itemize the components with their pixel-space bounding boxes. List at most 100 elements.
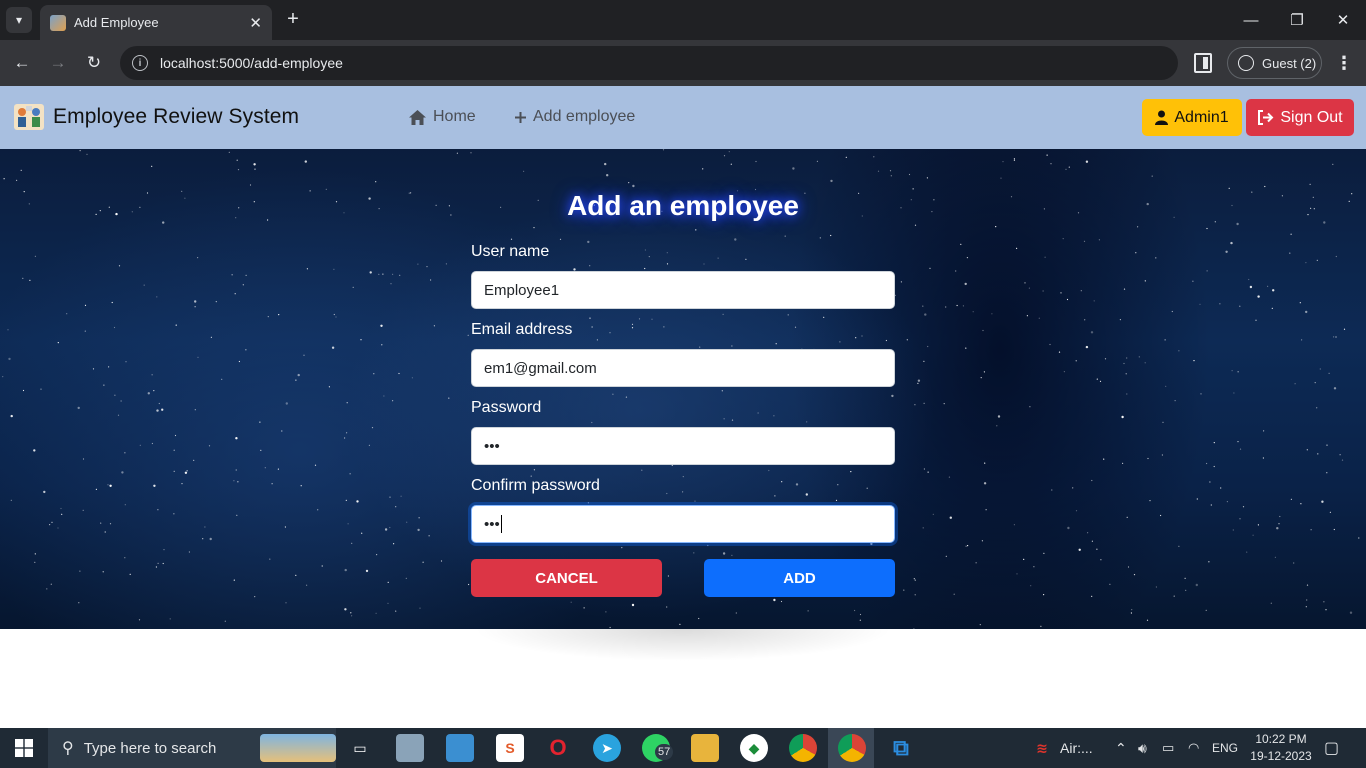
- email-input[interactable]: em1@gmail.com: [471, 349, 895, 387]
- side-panel-icon[interactable]: [1194, 53, 1212, 73]
- star: [117, 414, 120, 416]
- add-button[interactable]: ADD: [704, 559, 895, 597]
- star: [433, 325, 435, 327]
- star: [679, 623, 681, 625]
- star: [891, 394, 894, 398]
- star: [371, 427, 374, 429]
- star: [260, 449, 262, 451]
- star: [1162, 421, 1164, 423]
- air-quality-icon[interactable]: ≋: [1028, 734, 1056, 762]
- star: [115, 212, 118, 216]
- telegram-icon[interactable]: ➤: [593, 734, 621, 762]
- address-bar[interactable]: i localhost:5000/add-employee: [120, 46, 1178, 80]
- star: [384, 528, 388, 531]
- app-icon-2[interactable]: [446, 734, 474, 762]
- mongodb-compass-icon[interactable]: ◆: [740, 734, 768, 762]
- star: [349, 473, 351, 475]
- restore-button[interactable]: ❐: [1274, 0, 1320, 40]
- star: [1249, 285, 1253, 289]
- star: [392, 400, 394, 402]
- notifications-icon[interactable]: ▢: [1324, 728, 1339, 768]
- reload-button[interactable]: ↻: [81, 50, 107, 76]
- vscode-icon[interactable]: ⧉: [887, 734, 915, 762]
- star: [1173, 216, 1175, 218]
- star: [228, 151, 230, 153]
- admin-label: Admin1: [1174, 108, 1229, 126]
- star: [43, 490, 46, 494]
- battery-icon[interactable]: ▭: [1162, 728, 1174, 768]
- star: [153, 390, 155, 392]
- chrome-icon[interactable]: [838, 734, 866, 762]
- star: [917, 379, 921, 382]
- nav-home-link[interactable]: Home: [408, 108, 476, 126]
- star: [1013, 524, 1016, 526]
- nav-add-employee-link[interactable]: Add employee: [514, 108, 635, 126]
- confirm-password-value: •••: [484, 515, 500, 533]
- star: [1165, 385, 1167, 387]
- wifi-icon[interactable]: ◠: [1188, 728, 1199, 768]
- star: [964, 282, 967, 286]
- star: [231, 274, 233, 276]
- username-input[interactable]: Employee1: [471, 271, 895, 309]
- star: [194, 300, 197, 303]
- star: [369, 271, 372, 274]
- profile-button[interactable]: Guest (2): [1227, 47, 1322, 79]
- file-explorer-icon[interactable]: [691, 734, 719, 762]
- site-info-icon[interactable]: i: [132, 55, 148, 71]
- tab-close-icon[interactable]: ✕: [249, 14, 262, 32]
- star: [703, 263, 705, 265]
- star: [1206, 462, 1208, 465]
- star: [1281, 195, 1283, 197]
- star: [368, 444, 370, 446]
- confirm-password-input[interactable]: •••: [471, 505, 895, 543]
- clock[interactable]: 10:22 PM 19-12-2023: [1248, 731, 1314, 765]
- opera-icon[interactable]: O: [544, 734, 572, 762]
- sign-out-button[interactable]: Sign Out: [1246, 99, 1354, 136]
- brand[interactable]: Employee Review System: [12, 100, 299, 134]
- minimize-button[interactable]: —: [1228, 0, 1274, 40]
- star: [84, 304, 87, 306]
- star: [910, 199, 912, 201]
- browser-tab[interactable]: Add Employee ✕: [40, 5, 272, 40]
- browser-menu-icon[interactable]: ⋮: [1334, 50, 1354, 76]
- star: [285, 602, 287, 604]
- star: [953, 593, 955, 595]
- star: [1310, 207, 1312, 209]
- star: [1272, 289, 1275, 292]
- chrome-profile-icon[interactable]: [789, 734, 817, 762]
- star: [395, 506, 397, 508]
- password-input[interactable]: •••: [471, 427, 895, 465]
- tray-chevron-icon[interactable]: ⌃: [1115, 728, 1127, 768]
- star: [1138, 356, 1140, 358]
- star: [1326, 444, 1328, 446]
- star: [1341, 459, 1344, 461]
- star: [86, 153, 88, 155]
- back-button[interactable]: ←: [9, 50, 35, 76]
- star: [1293, 562, 1295, 564]
- new-tab-button[interactable]: +: [282, 8, 304, 30]
- star: [533, 469, 536, 471]
- task-view-icon[interactable]: ▭: [346, 734, 374, 762]
- volume-icon[interactable]: 🔊︎: [1138, 728, 1147, 768]
- star: [1321, 500, 1324, 503]
- star: [917, 382, 919, 384]
- cancel-button[interactable]: CANCEL: [471, 559, 662, 597]
- star: [411, 377, 413, 379]
- tab-search-button[interactable]: ▾: [6, 7, 32, 33]
- star: [850, 471, 852, 473]
- star: [331, 346, 335, 349]
- star: [1231, 204, 1233, 207]
- star: [1137, 226, 1139, 228]
- admin-button[interactable]: Admin1: [1142, 99, 1242, 136]
- star: [589, 317, 591, 319]
- star: [202, 538, 204, 540]
- star: [662, 149, 665, 151]
- app-icon-1[interactable]: [396, 734, 424, 762]
- language-indicator[interactable]: ENG: [1212, 728, 1238, 768]
- app-icon-3[interactable]: S: [496, 734, 524, 762]
- forward-button[interactable]: →: [45, 50, 71, 76]
- start-button[interactable]: [0, 728, 48, 768]
- star: [699, 346, 701, 348]
- close-window-button[interactable]: ✕: [1320, 0, 1366, 40]
- user-icon: [1155, 110, 1169, 125]
